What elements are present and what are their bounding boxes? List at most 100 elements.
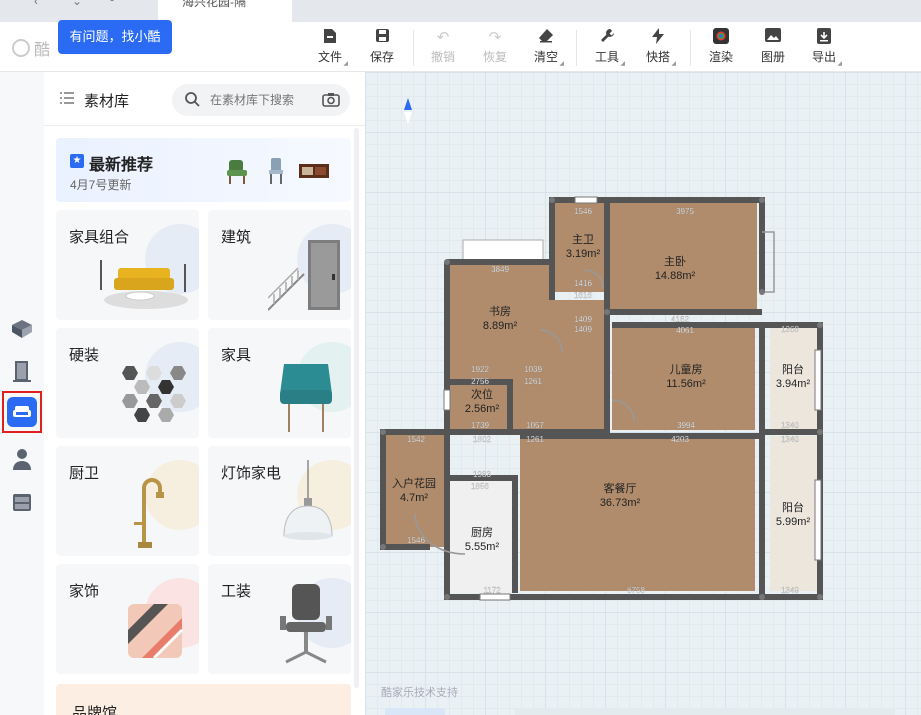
quick-build-button[interactable]: 快搭 ◢ (638, 28, 678, 67)
rail-door[interactable] (8, 357, 36, 385)
grid-icon[interactable]: ▪ (110, 0, 114, 6)
svg-text:1856: 1856 (471, 482, 489, 491)
rail-user[interactable] (8, 445, 36, 473)
redo-label: 恢复 (482, 50, 507, 64)
help-tooltip[interactable]: 有问题，找小酷 (58, 20, 172, 54)
brand-hall[interactable]: 品牌馆 (56, 684, 351, 715)
save-button[interactable]: 保存 (362, 28, 402, 65)
panel-scrollbar[interactable] (354, 128, 359, 688)
svg-text:1368: 1368 (781, 325, 799, 334)
category-kitchen-bath[interactable]: 厨卫 (56, 446, 199, 556)
rail-model[interactable] (8, 315, 36, 343)
tools-label: 工具 (594, 50, 619, 64)
svg-text:1409: 1409 (574, 325, 592, 334)
album-label: 图册 (760, 50, 785, 64)
left-rail (0, 72, 44, 715)
render-button[interactable]: 渲染 (701, 28, 741, 65)
door-icon (13, 361, 31, 382)
sofa-set-thumb (100, 260, 188, 309)
user-icon (13, 449, 31, 470)
armchair-thumb (280, 364, 332, 432)
hex-tiles-thumb (122, 366, 186, 422)
export-label: 导出 (811, 50, 836, 64)
category-label: 家具组合 (69, 229, 130, 246)
category-hard-decor[interactable]: 硬装 (56, 328, 199, 438)
eraser-icon (526, 28, 566, 48)
tab-design[interactable]: 海兴花园-隔 × (158, 0, 292, 22)
export-button[interactable]: 导出 ◢ (804, 28, 844, 67)
room-area: 11.56m² (666, 378, 706, 390)
room-area: 3.94m² (776, 378, 811, 390)
category-label: 硬装 (69, 347, 100, 364)
recommend-subtitle: 4月7号更新 (70, 178, 132, 192)
recommend-title: 最新推荐 (89, 157, 154, 174)
image-icon (753, 28, 793, 48)
faucet-thumb (134, 478, 164, 548)
room-name: 主卫 (572, 233, 594, 246)
undo-label: 撤销 (430, 50, 455, 64)
office-chair-thumb (280, 584, 332, 664)
category-label: 建筑 (221, 229, 252, 246)
album-button[interactable]: 图册 (753, 28, 793, 65)
camera-icon (322, 93, 340, 107)
category-lighting-appliance[interactable]: 灯饰家电 (208, 446, 351, 556)
clear-button[interactable]: 清空 ◢ (526, 28, 566, 67)
svg-text:4203: 4203 (671, 435, 689, 444)
category-label: 家具 (221, 347, 252, 364)
svg-text:1057: 1057 (526, 421, 544, 430)
room-name: 客餐厅 (604, 481, 637, 495)
dropdown-icon[interactable]: ⌄ (72, 0, 82, 8)
floor-tab[interactable] (385, 708, 445, 715)
back-icon[interactable]: ‹ (34, 0, 38, 8)
undo-button[interactable]: ↶ 撤销 (423, 28, 463, 65)
svg-text:1546: 1546 (574, 207, 592, 216)
svg-text:3994: 3994 (677, 421, 695, 430)
search-icon (185, 92, 200, 107)
svg-text:1261: 1261 (524, 377, 542, 386)
file-button[interactable]: 文件 ◢ (310, 28, 350, 67)
category-commercial[interactable]: 工装 (208, 564, 351, 674)
rail-cabinet[interactable] (8, 489, 36, 517)
rail-material-library[interactable] (2, 391, 42, 433)
room-area: 5.99m² (776, 516, 811, 528)
svg-text:1172: 1172 (483, 586, 501, 595)
room-area: 5.55m² (465, 541, 500, 553)
panel-header: 素材库 (44, 72, 365, 126)
tech-support-note: 酷家乐技术支持 (381, 687, 458, 699)
chair-thumb (227, 160, 247, 184)
svg-text:1802: 1802 (473, 435, 491, 444)
chair2-thumb (269, 158, 283, 184)
tab-title: 海兴花园-隔 (182, 0, 246, 9)
tools-button[interactable]: 工具 ◢ (587, 28, 627, 67)
sofa-icon (13, 406, 31, 417)
svg-text:1542: 1542 (407, 435, 425, 444)
category-furniture[interactable]: 家具 (208, 328, 351, 438)
category-building[interactable]: 建筑 (208, 210, 351, 320)
svg-text:1416: 1416 (574, 279, 592, 288)
design-canvas[interactable]: 主卫 3.19m² 主卧 14.88m² 书房 8.89m² 儿童房 11.56… (365, 72, 921, 715)
category-label: 灯饰家电 (221, 465, 282, 482)
room-name: 阳台 (782, 500, 804, 514)
svg-text:3975: 3975 (676, 207, 694, 216)
search-box[interactable] (172, 84, 350, 116)
cube-icon (12, 320, 32, 338)
svg-text:1409: 1409 (574, 315, 592, 324)
search-input[interactable] (210, 90, 310, 110)
pendant-lamp-thumb (283, 460, 333, 540)
material-panel: 素材库 ★ 最新推荐 4月7号更新 家具组合 建筑 硬装 (44, 72, 365, 715)
redo-button[interactable]: ↷ 恢复 (475, 28, 515, 65)
category-furniture-set[interactable]: 家具组合 (56, 210, 199, 320)
lightning-icon (638, 28, 678, 48)
app-logo: 酷 (12, 36, 50, 60)
room-name: 厨房 (471, 526, 493, 539)
svg-text:1922: 1922 (471, 365, 489, 374)
render-label: 渲染 (708, 50, 733, 64)
category-home-decor[interactable]: 家饰 (56, 564, 199, 674)
svg-text:1261: 1261 (526, 435, 544, 444)
svg-text:1739: 1739 (471, 421, 489, 430)
recommend-banner[interactable]: ★ 最新推荐 4月7号更新 (56, 138, 351, 202)
svg-text:1546: 1546 (407, 536, 425, 545)
floor-plan[interactable]: 主卫 3.19m² 主卧 14.88m² 书房 8.89m² 儿童房 11.56… (365, 72, 921, 715)
wrench-icon (587, 28, 627, 48)
room-name: 主卧 (664, 255, 686, 268)
